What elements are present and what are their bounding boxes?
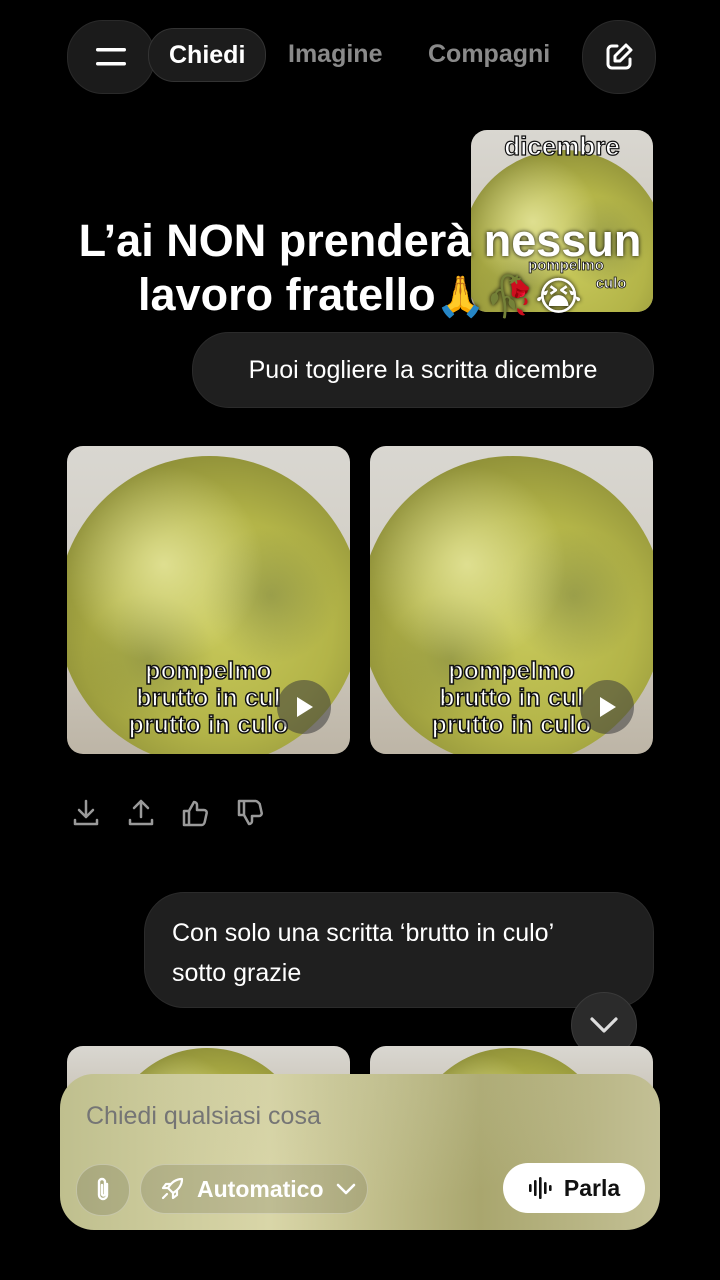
hamburger-icon	[96, 48, 126, 66]
overlay-line-2-text: lavoro fratello	[138, 269, 436, 320]
prompt-input[interactable]	[84, 1092, 628, 1140]
overlay-line-2: lavoro fratello🙏🥀😭	[0, 268, 720, 324]
image-caption-top: dicembre	[504, 131, 621, 161]
composer: Automatico Parla	[60, 1074, 660, 1230]
overlay-emoji: 🙏🥀😭	[435, 275, 582, 319]
thumbs-up-icon[interactable]	[180, 798, 210, 828]
paperclip-icon	[97, 1177, 109, 1201]
menu-button[interactable]	[67, 20, 155, 94]
user-message-text: Con solo una scritta ‘brutto in culo’	[172, 919, 555, 947]
user-message-text: sotto grazie	[172, 959, 302, 987]
user-message: Puoi togliere la scritta dicembre	[192, 332, 654, 408]
tab-chiedi[interactable]: Chiedi	[148, 28, 267, 82]
user-message-text: Puoi togliere la scritta dicembre	[248, 355, 598, 384]
attach-button[interactable]	[76, 1164, 130, 1216]
user-message: Con solo una scritta ‘brutto in culo’ so…	[144, 892, 654, 1008]
edit-icon	[606, 43, 633, 70]
result-actions	[72, 798, 272, 830]
rocket-icon	[161, 1177, 184, 1200]
tab-compagni[interactable]: Compagni	[408, 28, 570, 80]
mode-label: Automatico	[197, 1175, 324, 1202]
play-icon	[600, 697, 616, 717]
result-video-1[interactable]: pompelmo brutto in cul prutto in culo	[67, 446, 350, 754]
new-chat-button[interactable]	[582, 20, 656, 94]
speak-button[interactable]: Parla	[503, 1163, 645, 1213]
thumbs-down-icon[interactable]	[235, 798, 265, 828]
share-icon[interactable]	[127, 798, 155, 828]
overlay-line-1: L’ai NON prenderà nessun	[78, 215, 642, 266]
chevron-down-icon	[336, 1183, 355, 1195]
tab-imagine[interactable]: Imagine	[268, 28, 402, 80]
play-button[interactable]	[580, 680, 634, 734]
result-video-2[interactable]: pompelmo brutto in cul prutto in culo	[370, 446, 653, 754]
voice-wave-icon	[528, 1177, 552, 1199]
download-icon[interactable]	[72, 798, 100, 828]
speak-label: Parla	[563, 1174, 621, 1201]
overlay-caption: L’ai NON prenderà nessun lavoro fratello…	[0, 214, 720, 324]
play-button[interactable]	[277, 680, 331, 734]
mode-selector[interactable]: Automatico	[140, 1164, 368, 1214]
chevron-down-icon	[590, 1017, 618, 1033]
play-icon	[297, 697, 313, 717]
